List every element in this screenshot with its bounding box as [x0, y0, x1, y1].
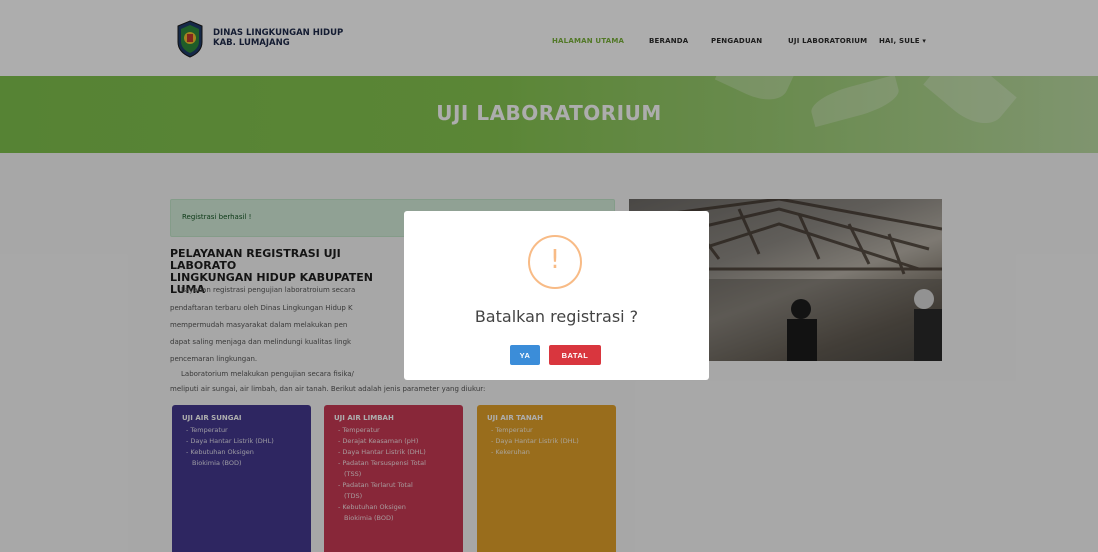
- dialog-title: Batalkan registrasi ?: [474, 307, 639, 326]
- warning-icon: !: [528, 235, 582, 289]
- confirm-button[interactable]: YA: [510, 345, 540, 365]
- cancel-button[interactable]: BATAL: [549, 345, 601, 365]
- warning-icon-glyph: !: [549, 245, 561, 275]
- confirm-dialog: ! Batalkan registrasi ? YA BATAL: [404, 211, 709, 380]
